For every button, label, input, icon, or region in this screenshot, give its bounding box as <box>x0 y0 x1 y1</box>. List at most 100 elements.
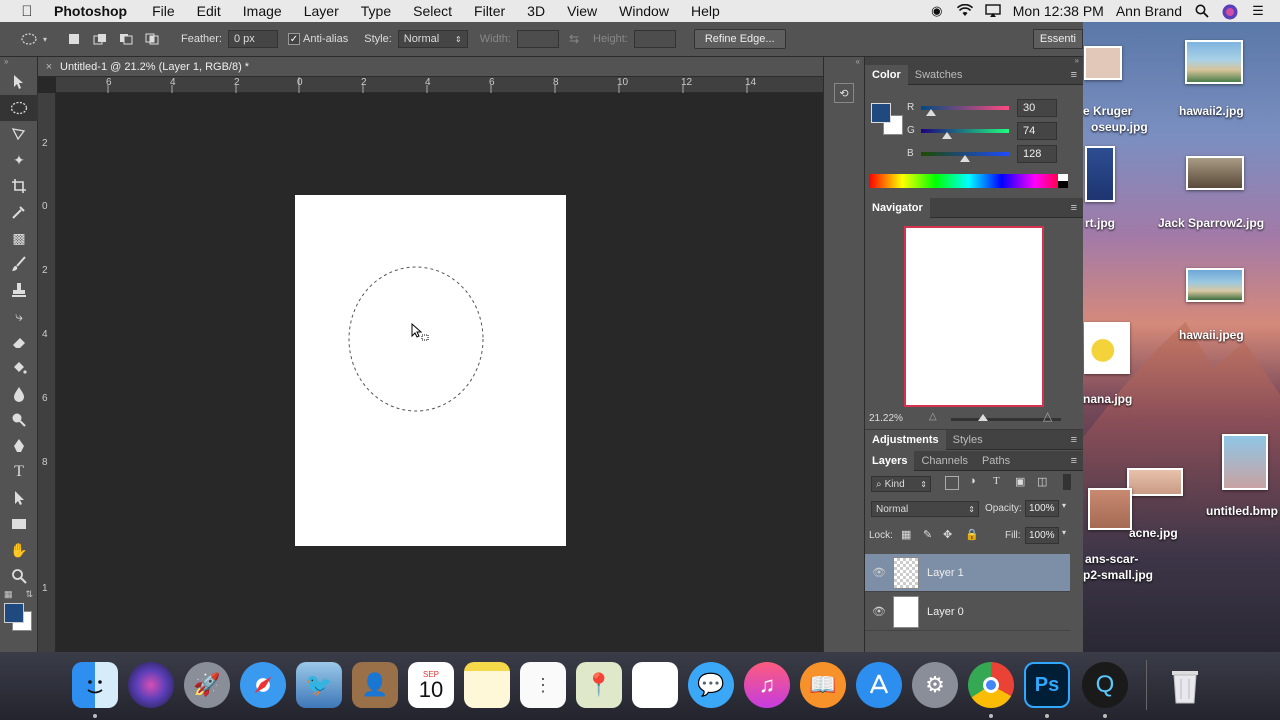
swap-colors-icon[interactable]: ⇅ <box>25 589 33 600</box>
tab-adjustments[interactable]: Adjustments <box>865 429 946 450</box>
apple-menu-icon[interactable]:  <box>0 3 54 20</box>
tab-navigator[interactable]: Navigator <box>865 197 930 218</box>
menu-image[interactable]: Image <box>232 3 293 19</box>
menu-filter[interactable]: Filter <box>463 3 516 19</box>
panel-menu-icon[interactable]: ≡ <box>1071 434 1083 446</box>
elliptical-selection[interactable] <box>295 195 566 546</box>
eyedropper-tool-icon[interactable] <box>0 199 38 225</box>
default-colors-icon[interactable]: ▦ <box>4 589 13 600</box>
menu-app-name[interactable]: Photoshop <box>54 3 141 19</box>
layer-name[interactable]: Layer 1 <box>927 567 964 579</box>
width-input[interactable] <box>516 30 559 48</box>
refine-edge-button[interactable]: Refine Edge... <box>693 29 786 49</box>
itunes-icon[interactable]: ♫ <box>744 662 790 708</box>
style-select[interactable]: Normal ⇕ <box>397 30 468 48</box>
photos-icon[interactable]: ✿ <box>632 662 678 708</box>
safari-icon[interactable] <box>240 662 286 708</box>
desktop-file-hawaii2[interactable] <box>1183 40 1245 89</box>
foreground-color-swatch[interactable] <box>4 603 24 623</box>
menu-window[interactable]: Window <box>608 3 680 19</box>
menu-select[interactable]: Select <box>402 3 463 19</box>
type-layer-filter-icon[interactable]: T <box>993 475 1000 487</box>
dodge-tool-icon[interactable] <box>0 407 38 433</box>
zoom-in-icon[interactable]: △ <box>1043 409 1052 423</box>
desktop-file-acne[interactable] <box>1127 468 1183 501</box>
visibility-eye-icon[interactable]: 👁 <box>865 605 893 618</box>
close-document-icon[interactable]: × <box>38 61 60 73</box>
calendar-icon[interactable]: SEP 10 <box>408 662 454 708</box>
panel-menu-icon[interactable]: ≡ <box>1071 202 1083 214</box>
finder-icon[interactable] <box>72 662 118 708</box>
collapse-tools-icon[interactable]: » <box>0 57 37 69</box>
desktop-file-banana[interactable] <box>1083 322 1131 379</box>
blur-tool-icon[interactable] <box>0 381 38 407</box>
elliptical-marquee-tool-icon[interactable] <box>0 95 38 121</box>
notes-icon[interactable] <box>464 662 510 708</box>
tab-styles[interactable]: Styles <box>946 430 990 450</box>
crop-tool-icon[interactable] <box>0 173 38 199</box>
history-panel-icon[interactable]: ⟲ <box>834 83 854 103</box>
panel-menu-icon[interactable]: ≡ <box>1071 69 1083 81</box>
navigator-preview[interactable] <box>904 226 1044 407</box>
eraser-tool-icon[interactable] <box>0 329 38 355</box>
wifi-icon[interactable] <box>956 3 973 18</box>
airplay-icon[interactable] <box>985 4 1001 18</box>
zoom-tool-icon[interactable] <box>0 563 38 589</box>
lock-image-pixels-icon[interactable]: ✎ <box>923 528 932 541</box>
clone-stamp-tool-icon[interactable] <box>0 277 38 303</box>
feather-input[interactable]: 0 px <box>227 30 278 48</box>
menu-file[interactable]: File <box>141 3 186 19</box>
subtract-from-selection-icon[interactable] <box>116 29 136 49</box>
hand-tool-icon[interactable]: ✋ <box>0 537 38 563</box>
maps-icon[interactable]: 📍 <box>576 662 622 708</box>
color-spectrum-ramp[interactable] <box>869 174 1068 188</box>
green-value-input[interactable]: 74 <box>1017 122 1057 140</box>
layer-row-layer-1[interactable]: 👁 Layer 1 <box>865 554 1070 592</box>
desktop-file-scar[interactable] <box>1087 488 1133 535</box>
color-panel-foreground-swatch[interactable] <box>871 103 891 123</box>
filter-toggle[interactable] <box>1063 474 1071 490</box>
preset-dropdown-arrow-icon[interactable]: ▾ <box>43 35 47 44</box>
siri-icon[interactable] <box>1222 4 1238 20</box>
filter-kind-select[interactable]: ⌕ Kind ⇕ <box>871 476 931 492</box>
menu-layer[interactable]: Layer <box>293 3 350 19</box>
notification-center-icon[interactable]: ☰ <box>1250 4 1266 18</box>
document-canvas[interactable] <box>295 195 566 546</box>
menu-help[interactable]: Help <box>680 3 731 19</box>
history-brush-tool-icon[interactable]: ⤷ <box>0 303 38 329</box>
spotlight-search-icon[interactable] <box>1194 4 1210 18</box>
launchpad-icon[interactable]: 🚀 <box>184 662 230 708</box>
layer-row-layer-0[interactable]: 👁 Layer 0 <box>865 593 1070 631</box>
visibility-eye-icon[interactable]: 👁 <box>865 566 893 579</box>
path-selection-tool-icon[interactable] <box>0 485 38 511</box>
zoom-slider-thumb[interactable] <box>978 414 988 421</box>
photoshop-icon[interactable]: Ps <box>1024 662 1070 708</box>
mail-icon[interactable]: 🐦 <box>296 662 342 708</box>
type-tool-icon[interactable]: T <box>0 459 38 485</box>
zoom-value[interactable]: 21.22% <box>869 413 903 424</box>
add-to-selection-icon[interactable] <box>90 29 110 49</box>
tab-layers[interactable]: Layers <box>865 450 915 471</box>
intersect-selection-icon[interactable] <box>142 29 162 49</box>
paint-bucket-tool-icon[interactable] <box>0 355 38 381</box>
layer-name[interactable]: Layer 0 <box>927 606 964 618</box>
fill-dropdown-icon[interactable]: ▾ <box>1062 528 1066 537</box>
opacity-input[interactable]: 100% <box>1025 500 1059 517</box>
pen-tool-icon[interactable] <box>0 433 38 459</box>
black-white-ramp[interactable] <box>1058 174 1068 188</box>
shape-layer-filter-icon[interactable]: ▣ <box>1015 475 1025 488</box>
messages-icon[interactable]: 💬 <box>688 662 734 708</box>
swap-dimensions-icon[interactable]: ⇆ <box>569 32 579 46</box>
tab-color[interactable]: Color <box>865 64 908 85</box>
menu-3d[interactable]: 3D <box>516 3 556 19</box>
zoom-out-icon[interactable]: △ <box>929 411 937 422</box>
rectangle-tool-icon[interactable] <box>0 511 38 537</box>
siri-dock-icon[interactable] <box>128 662 174 708</box>
opacity-dropdown-icon[interactable]: ▾ <box>1062 501 1066 510</box>
document-tab[interactable]: × Untitled-1 @ 21.2% (Layer 1, RGB/8) * <box>38 57 823 77</box>
contacts-icon[interactable]: 👤 <box>352 662 398 708</box>
smart-object-filter-icon[interactable]: ◫ <box>1037 475 1047 488</box>
desktop-file-kruger[interactable] <box>1083 46 1123 85</box>
red-value-input[interactable]: 30 <box>1017 99 1057 117</box>
blend-mode-select[interactable]: Normal ⇕ <box>871 501 979 517</box>
